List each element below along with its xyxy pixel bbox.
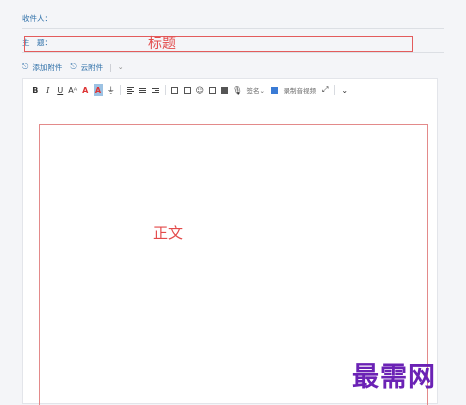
toolbar-divider xyxy=(334,85,336,95)
signature-dropdown[interactable]: 签名⌄ xyxy=(247,85,265,95)
recipient-row[interactable]: 收件人： xyxy=(22,10,444,29)
font-size-button[interactable]: Aᴬ xyxy=(67,84,80,96)
bold-button[interactable]: B xyxy=(29,84,42,96)
more-chevron-icon[interactable]: ⌄ xyxy=(338,84,351,96)
editor-toolbar: B I U Aᴬ A A ⏚ ☺ 🎙 签名⌄ 录制音视频 ⤢ ⌄ xyxy=(29,83,431,97)
subject-annotation: 标题 xyxy=(148,36,176,52)
recipient-label: 收件人： xyxy=(22,14,52,23)
image-icon[interactable] xyxy=(169,84,182,96)
highlight-button[interactable]: A xyxy=(93,84,103,96)
record-video-button[interactable]: 录制音视频 xyxy=(283,85,316,95)
body-annotation: 正文 xyxy=(153,224,184,242)
font-color-button[interactable]: A xyxy=(79,84,92,96)
toolbar-divider xyxy=(120,85,121,95)
toolbar-divider xyxy=(164,85,166,95)
emoji-icon[interactable]: ☺ xyxy=(194,84,207,96)
chevron-down-icon[interactable]: ⌄ xyxy=(118,63,124,71)
align-left-icon[interactable] xyxy=(124,84,137,96)
subject-input[interactable] xyxy=(24,36,413,52)
cloud-clip-icon: ⎋ xyxy=(70,62,77,71)
indent-icon[interactable] xyxy=(149,84,162,96)
record-icon[interactable] xyxy=(268,84,281,96)
screenshot-icon[interactable] xyxy=(181,84,194,96)
cloud-attachment-link[interactable]: 云附件 xyxy=(81,62,104,73)
clear-format-icon[interactable]: ⏚ xyxy=(105,84,118,96)
underline-button[interactable]: U xyxy=(54,84,67,96)
paperclip-icon: ⎋ xyxy=(22,62,29,71)
document-icon[interactable] xyxy=(206,84,219,96)
attachment-separator: | xyxy=(109,62,112,72)
italic-button[interactable]: I xyxy=(42,84,55,96)
watermark-logo: 最需网 xyxy=(352,362,436,393)
attachment-row: ⎋ 添加附件 ⎋ 云附件 | ⌄ xyxy=(22,60,124,74)
table-icon[interactable] xyxy=(219,84,232,96)
bullet-list-icon[interactable] xyxy=(137,84,150,96)
expand-icon[interactable]: ⤢ xyxy=(319,84,332,96)
add-attachment-link[interactable]: 添加附件 xyxy=(32,62,62,73)
microphone-icon[interactable]: 🎙 xyxy=(231,84,244,96)
